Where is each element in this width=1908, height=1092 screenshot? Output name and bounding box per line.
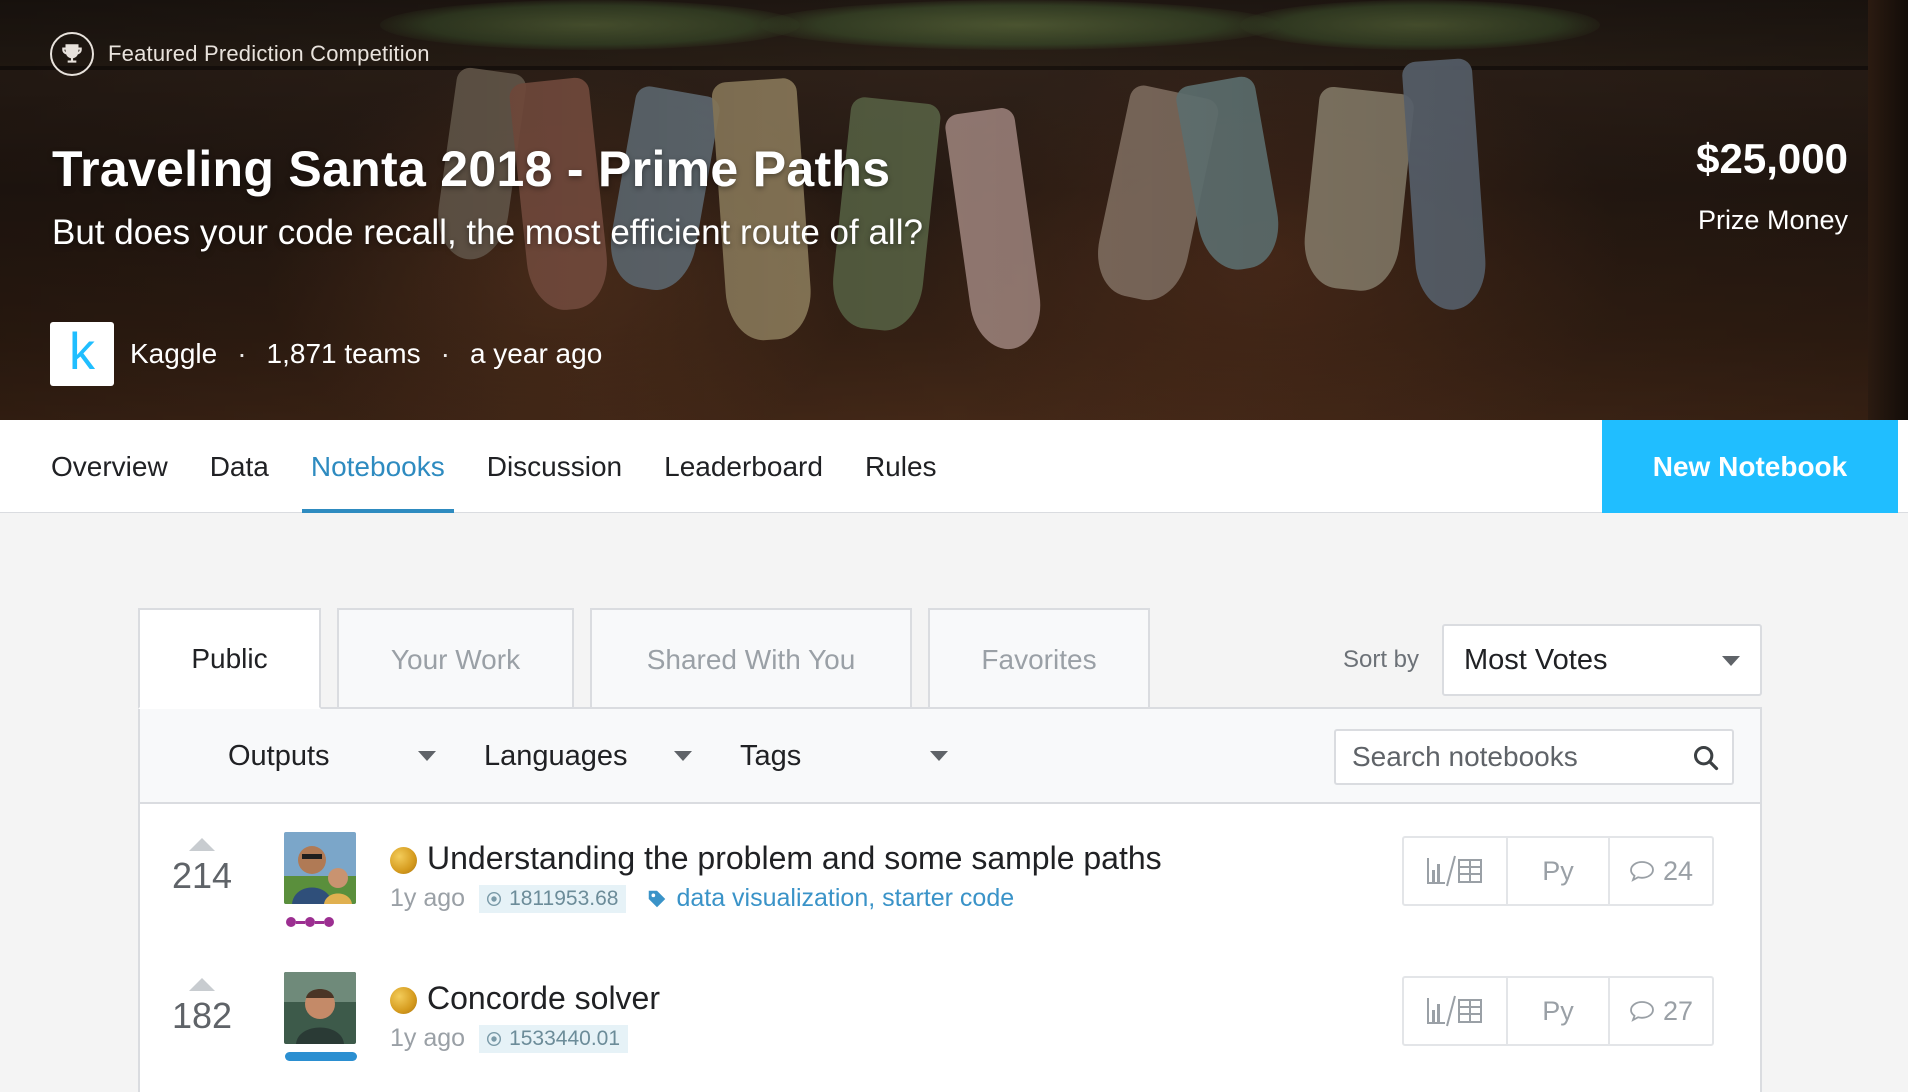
notebook-row[interactable]: 214 Understanding the problem and some s… <box>140 804 1760 944</box>
upvote-button[interactable]: 182 <box>170 978 234 1037</box>
tab-your-work[interactable]: Your Work <box>337 608 574 709</box>
score-badge: 1811953.68 <box>479 884 627 913</box>
tab-favorites[interactable]: Favorites <box>928 608 1150 709</box>
competition-nav: Overview Data Notebooks Discussion Leade… <box>0 420 1908 513</box>
meta-separator: · <box>237 338 247 369</box>
gold-medal-icon <box>390 847 417 874</box>
tab-rules[interactable]: Rules <box>844 420 958 513</box>
filter-bar: Outputs Languages Tags <box>140 709 1760 804</box>
notebooks-panel: Outputs Languages Tags 214 <box>138 707 1762 1092</box>
competition-title: Traveling Santa 2018 - Prime Paths <box>52 141 891 197</box>
comment-count: 27 <box>1662 995 1694 1026</box>
new-notebook-button[interactable]: New Notebook <box>1602 420 1898 513</box>
filter-tags[interactable]: Tags <box>740 709 970 804</box>
comments-button[interactable]: 27 <box>1608 978 1712 1044</box>
sort-label: Sort by <box>1343 646 1420 673</box>
host-name[interactable]: Kaggle <box>130 338 217 370</box>
tag-list[interactable]: data visualization, starter code <box>676 884 1014 913</box>
notebook-title[interactable]: Concorde solver <box>427 980 660 1017</box>
competition-subtitle: But does your code recall, the most effi… <box>52 213 923 252</box>
tab-notebooks[interactable]: Notebooks <box>290 420 466 513</box>
prize-label: Prize Money <box>1697 205 1848 235</box>
notebook-title[interactable]: Understanding the problem and some sampl… <box>427 840 1162 877</box>
competition-age: a year ago <box>469 338 603 369</box>
notebook-age: 1y ago <box>390 884 466 912</box>
filter-tags-label: Tags <box>740 740 802 772</box>
vote-count: 214 <box>171 855 233 896</box>
chart-table-icon <box>1427 995 1482 1027</box>
tab-public[interactable]: Public <box>138 608 321 709</box>
prize-info: $25,000 Prize Money <box>1696 135 1848 236</box>
score-value: 1533440.01 <box>509 1026 621 1050</box>
user-avatar-icon[interactable] <box>284 972 356 1044</box>
tab-leaderboard[interactable]: Leaderboard <box>643 420 844 513</box>
trophy-icon <box>50 32 94 76</box>
competition-tabs: Overview Data Notebooks Discussion Leade… <box>30 420 958 513</box>
tab-shared-with-you[interactable]: Shared With You <box>590 608 912 709</box>
upvote-arrow-icon <box>189 978 215 991</box>
sort-value: Most Votes <box>1464 643 1608 676</box>
notebook-scope-tabs: Public Your Work Shared With You Favorit… <box>138 608 1166 709</box>
comment-icon <box>1630 861 1654 882</box>
upvote-arrow-icon <box>189 838 215 851</box>
team-count[interactable]: 1,871 teams <box>267 338 421 370</box>
notebook-meta: 1y ago 1533440.01 <box>390 1024 629 1053</box>
notebook-tags[interactable]: data visualization, starter code <box>646 884 1014 913</box>
tab-data[interactable]: Data <box>189 420 290 513</box>
chevron-down-icon <box>1722 656 1740 666</box>
target-icon <box>487 1031 502 1046</box>
tag-icon <box>649 890 666 907</box>
chevron-down-icon <box>418 751 436 761</box>
filter-languages-label: Languages <box>484 740 628 772</box>
user-avatar-icon[interactable] <box>284 832 356 904</box>
meta-separator: · <box>440 338 450 369</box>
tier-indicator <box>286 917 334 927</box>
notebook-actions: Py 27 <box>1402 976 1714 1046</box>
notebook-meta: 1y ago 1811953.68 data visualization, st… <box>390 884 1014 913</box>
notebook-age: 1y ago <box>390 1024 466 1052</box>
score-value: 1811953.68 <box>509 886 619 910</box>
tab-discussion[interactable]: Discussion <box>466 420 643 513</box>
target-icon <box>487 891 502 906</box>
output-type-button[interactable] <box>1404 838 1506 904</box>
chevron-down-icon <box>930 751 948 761</box>
comment-count: 24 <box>1662 855 1694 886</box>
competition-type-label: Featured Prediction Competition <box>108 41 430 66</box>
score-badge: 1533440.01 <box>479 1024 629 1053</box>
filter-outputs-label: Outputs <box>228 740 330 772</box>
competition-host-info: k Kaggle · 1,871 teams · a year ago <box>50 322 602 386</box>
competition-type-badge: Featured Prediction Competition <box>50 32 430 76</box>
search-notebooks-field[interactable] <box>1334 729 1734 785</box>
comment-icon <box>1630 1001 1654 1022</box>
filter-languages[interactable]: Languages <box>484 709 714 804</box>
gold-medal-icon <box>390 987 417 1014</box>
vote-count: 182 <box>171 995 233 1036</box>
chart-table-icon <box>1427 855 1482 887</box>
sort-dropdown[interactable]: Most Votes <box>1442 624 1762 696</box>
notebook-actions: Py 24 <box>1402 836 1714 906</box>
chevron-down-icon <box>674 751 692 761</box>
search-input[interactable] <box>1352 741 1682 773</box>
kaggle-logo-icon[interactable]: k <box>50 322 114 386</box>
prize-amount: $25,000 <box>1696 135 1848 182</box>
tier-indicator <box>285 1052 357 1061</box>
comments-button[interactable]: 24 <box>1608 838 1712 904</box>
output-type-button[interactable] <box>1404 978 1506 1044</box>
notebook-row[interactable]: 182 Concorde solver 1y ago 1533440.01 Py… <box>140 944 1760 1084</box>
language-button[interactable]: Py <box>1506 978 1608 1044</box>
tab-overview[interactable]: Overview <box>30 420 189 513</box>
upvote-button[interactable]: 214 <box>170 838 234 897</box>
kaggle-logo-letter: k <box>69 323 95 381</box>
search-icon[interactable] <box>1692 744 1720 777</box>
language-button[interactable]: Py <box>1506 838 1608 904</box>
filter-outputs[interactable]: Outputs <box>228 709 458 804</box>
competition-header: Featured Prediction Competition Travelin… <box>0 0 1908 420</box>
